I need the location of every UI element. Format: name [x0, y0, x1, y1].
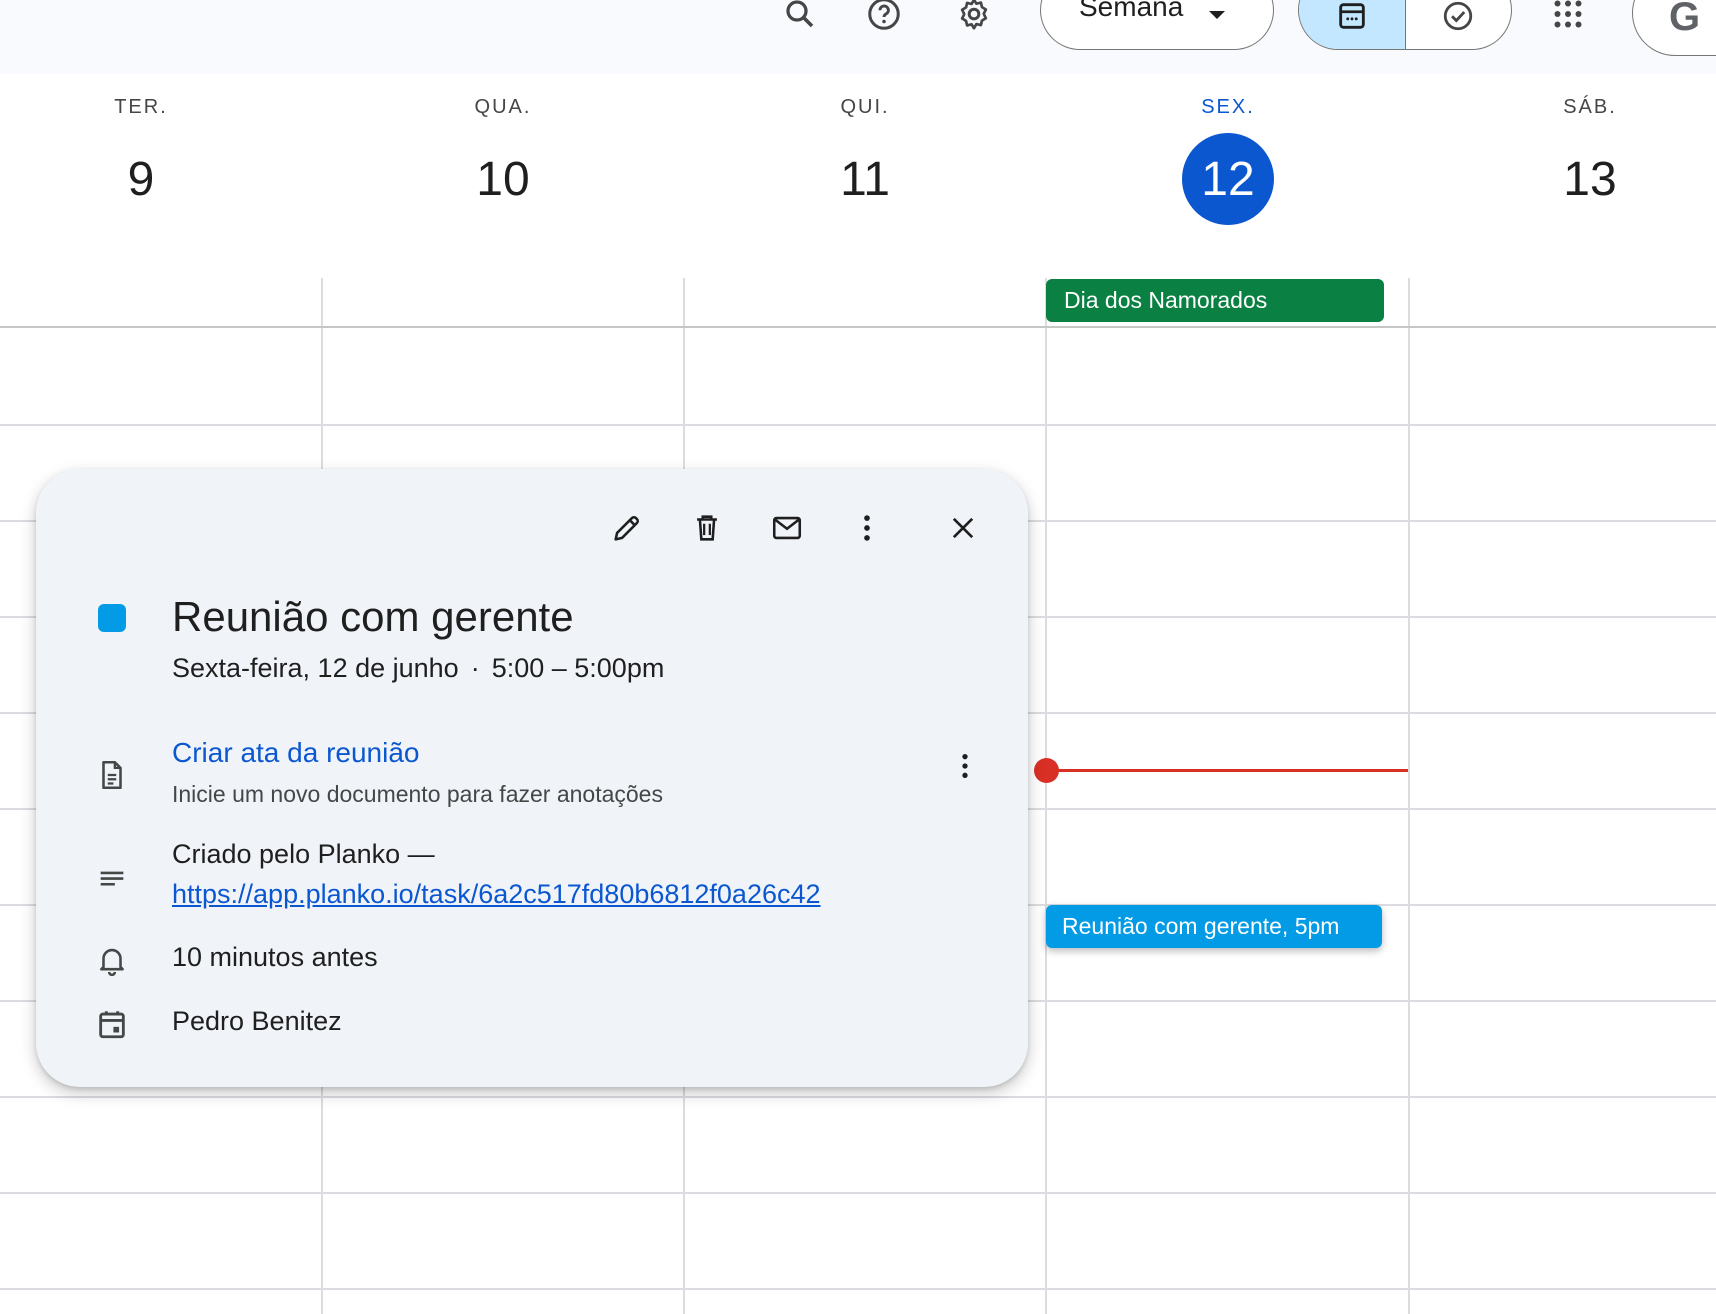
- create-meeting-notes-link[interactable]: Criar ata da reunião: [172, 737, 419, 769]
- bell-icon: [94, 942, 130, 978]
- search-icon[interactable]: [776, 0, 824, 38]
- event-details-popover: Reunião com gerente Sexta-feira, 12 de j…: [36, 469, 1028, 1087]
- email-guests-button[interactable]: [758, 499, 816, 557]
- more-vert-icon: [962, 754, 968, 778]
- settings-gear-icon[interactable]: [950, 0, 998, 38]
- apps-grid-icon[interactable]: [1544, 0, 1592, 38]
- task-check-icon: [1444, 1, 1473, 31]
- calendar-tasks-toggle: [1298, 0, 1512, 50]
- day-name: QUA.: [474, 96, 532, 118]
- day-number[interactable]: 13: [1544, 133, 1636, 225]
- mail-icon: [772, 516, 802, 540]
- top-bar: Semana G: [0, 0, 1716, 74]
- all-day-event[interactable]: Dia dos Namorados: [1046, 279, 1384, 322]
- account-chip[interactable]: G: [1632, 0, 1716, 56]
- calendar-owner-icon: [94, 1006, 130, 1042]
- hour-gridline: [0, 1096, 1716, 1098]
- event-color-indicator: [98, 604, 126, 632]
- event-reminder: 10 minutos antes: [172, 942, 378, 972]
- event-date: Sexta-feira, 12 de junho: [172, 653, 459, 683]
- day-header-wed[interactable]: QUA. 10: [403, 96, 603, 225]
- edit-event-button[interactable]: [598, 499, 656, 557]
- pencil-icon: [614, 516, 639, 541]
- day-name: SÁB.: [1563, 96, 1617, 118]
- day-header-tue[interactable]: TER. 9: [41, 96, 241, 225]
- day-name: TER.: [114, 96, 168, 118]
- day-header-thu[interactable]: QUI. 11: [765, 96, 965, 225]
- grid-column-divider: [1045, 278, 1047, 1314]
- event-time: 5:00 – 5:00pm: [491, 653, 665, 683]
- event-chip-reuniao[interactable]: Reunião com gerente, 5pm: [1046, 905, 1382, 948]
- hour-gridline: [0, 424, 1716, 426]
- dropdown-caret-icon: [1209, 11, 1225, 19]
- more-vert-icon: [864, 515, 870, 541]
- account-logo: G: [1669, 0, 1701, 39]
- event-title: Reunião com gerente: [172, 593, 574, 640]
- hour-gridline: [0, 1192, 1716, 1194]
- current-time-line: [1046, 769, 1408, 772]
- calendar-owner-name: Pedro Benitez: [172, 1006, 342, 1036]
- planko-task-link[interactable]: https://app.planko.io/task/6a2c517fd80b6…: [172, 879, 821, 910]
- delete-event-button[interactable]: [678, 499, 736, 557]
- calendar-icon: [1339, 3, 1365, 29]
- calendar-view-toggle[interactable]: [1299, 0, 1406, 49]
- tasks-view-toggle[interactable]: [1406, 0, 1512, 49]
- day-number-today[interactable]: 12: [1182, 133, 1274, 225]
- close-popover-button[interactable]: [934, 499, 992, 557]
- document-icon: [94, 757, 130, 793]
- view-selector-label: Semana: [1079, 0, 1184, 22]
- grid-column-divider: [1408, 278, 1410, 1314]
- notes-more-options-button[interactable]: [936, 737, 994, 795]
- date-time-separator: ·: [470, 653, 480, 683]
- hour-gridline: [0, 1288, 1716, 1290]
- all-day-divider: [0, 326, 1716, 328]
- day-number[interactable]: 9: [95, 133, 187, 225]
- view-selector-dropdown[interactable]: Semana: [1040, 0, 1274, 50]
- day-number[interactable]: 11: [819, 133, 911, 225]
- day-number[interactable]: 10: [457, 133, 549, 225]
- more-options-button[interactable]: [838, 499, 896, 557]
- day-header-sat[interactable]: SÁB. 13: [1490, 96, 1690, 225]
- trash-icon: [697, 515, 717, 541]
- day-name: SEX.: [1201, 96, 1255, 118]
- day-name: QUI.: [840, 96, 890, 118]
- close-icon: [952, 517, 974, 539]
- day-header-fri-today[interactable]: SEX. 12: [1128, 96, 1328, 225]
- description-icon: [94, 862, 130, 898]
- event-date-time: Sexta-feira, 12 de junho · 5:00 – 5:00pm: [172, 653, 664, 684]
- meeting-notes-hint: Inicie um novo documento para fazer anot…: [172, 781, 663, 807]
- event-description: Criado pelo Planko —: [172, 839, 435, 869]
- help-icon[interactable]: [860, 0, 908, 38]
- current-time-dot: [1034, 758, 1059, 783]
